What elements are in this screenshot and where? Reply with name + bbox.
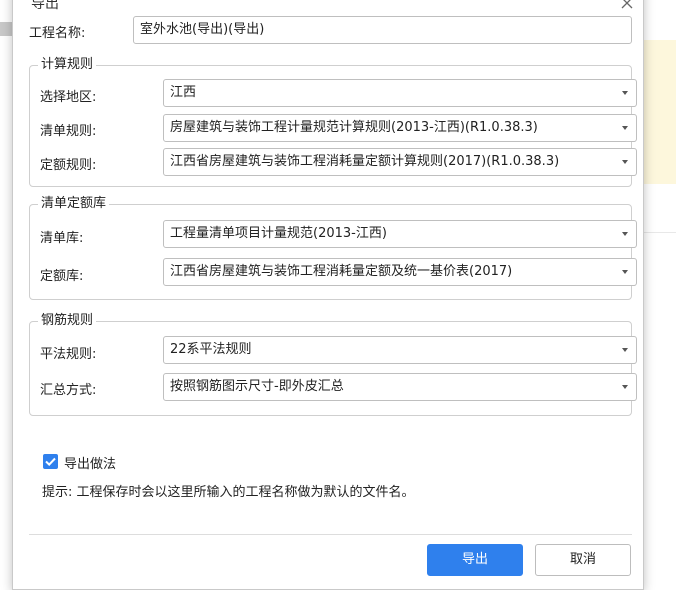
quota-library-select[interactable]: 江西省房屋建筑与装饰工程消耗量定额及统一基价表(2017) <box>163 258 637 286</box>
bill-rule-value: 房屋建筑与装饰工程计量规范计算规则(2013-江西)(R1.0.38.3) <box>170 120 538 135</box>
quota-library-value: 江西省房屋建筑与装饰工程消耗量定额及统一基价表(2017) <box>170 264 513 279</box>
background-row <box>643 184 676 209</box>
background-row <box>643 136 676 161</box>
bill-rule-label: 清单规则: <box>40 124 97 139</box>
chevron-down-icon <box>622 91 628 95</box>
background-app-edge <box>0 22 12 36</box>
chevron-down-icon <box>622 385 628 389</box>
cancel-button[interactable]: 取消 <box>535 544 631 576</box>
export-button[interactable]: 导出 <box>427 544 523 576</box>
quota-rule-value: 江西省房屋建筑与装饰工程消耗量定额计算规则(2017)(R1.0.38.3) <box>170 154 560 169</box>
chevron-down-icon <box>622 348 628 352</box>
calc-rules-title: 计算规则 <box>38 57 97 73</box>
dialog-title: 导出 <box>31 0 59 12</box>
summary-method-value: 按照钢筋图示尺寸-即外皮汇总 <box>170 379 344 394</box>
export-method-checkbox[interactable] <box>43 454 58 469</box>
rebar-group: 钢筋规则 平法规则: 22系平法规则 汇总方式: 按照钢筋图示尺寸-即外皮汇总 <box>29 313 637 416</box>
summary-method-label: 汇总方式: <box>40 383 97 398</box>
bill-library-select[interactable]: 工程量清单项目计量规范(2013-江西) <box>163 220 637 248</box>
quota-library-label: 定额库: <box>40 269 84 284</box>
quota-rule-label: 定额规则: <box>40 158 97 173</box>
background-row <box>643 64 676 89</box>
library-title: 清单定额库 <box>38 196 110 212</box>
project-name-input[interactable]: 室外水池(导出)(导出) <box>133 16 632 44</box>
flat-rule-select[interactable]: 22系平法规则 <box>163 336 637 364</box>
bill-library-value: 工程量清单项目计量规范(2013-江西) <box>170 226 387 241</box>
rebar-title: 钢筋规则 <box>38 313 97 329</box>
divider <box>29 534 632 535</box>
project-name-label: 工程名称: <box>29 26 86 41</box>
summary-method-select[interactable]: 按照钢筋图示尺寸-即外皮汇总 <box>163 373 637 401</box>
background-row <box>643 160 676 185</box>
background-row <box>643 88 676 113</box>
export-method-label: 导出做法 <box>64 457 117 472</box>
chevron-down-icon <box>622 160 628 164</box>
export-dialog: 导出 工程名称: 室外水池(导出)(导出) 计算规则 选择地区: 江西 清单规则… <box>12 0 644 590</box>
flat-rule-label: 平法规则: <box>40 347 97 362</box>
calc-rules-group: 计算规则 选择地区: 江西 清单规则: 房屋建筑与装饰工程计量规范计算规则(20… <box>29 57 637 187</box>
region-select[interactable]: 江西 <box>163 79 637 107</box>
library-group: 清单定额库 清单库: 工程量清单项目计量规范(2013-江西) 定额库: 江西省… <box>29 196 637 300</box>
hint-text: 提示: 工程保存时会以这里所输入的工程名称做为默认的文件名。 <box>42 485 415 500</box>
bill-library-label: 清单库: <box>40 231 84 246</box>
chevron-down-icon <box>622 232 628 236</box>
background-row <box>643 112 676 137</box>
chevron-down-icon <box>622 270 628 274</box>
flat-rule-value: 22系平法规则 <box>170 342 252 357</box>
region-label: 选择地区: <box>40 90 97 105</box>
bill-rule-select[interactable]: 房屋建筑与装饰工程计量规范计算规则(2013-江西)(R1.0.38.3) <box>163 114 637 142</box>
check-icon <box>45 457 56 467</box>
background-row <box>643 208 676 233</box>
quota-rule-select[interactable]: 江西省房屋建筑与装饰工程消耗量定额计算规则(2017)(R1.0.38.3) <box>163 148 637 176</box>
background-row <box>643 40 676 65</box>
close-icon[interactable] <box>619 0 635 11</box>
chevron-down-icon <box>622 126 628 130</box>
region-value: 江西 <box>170 85 197 100</box>
